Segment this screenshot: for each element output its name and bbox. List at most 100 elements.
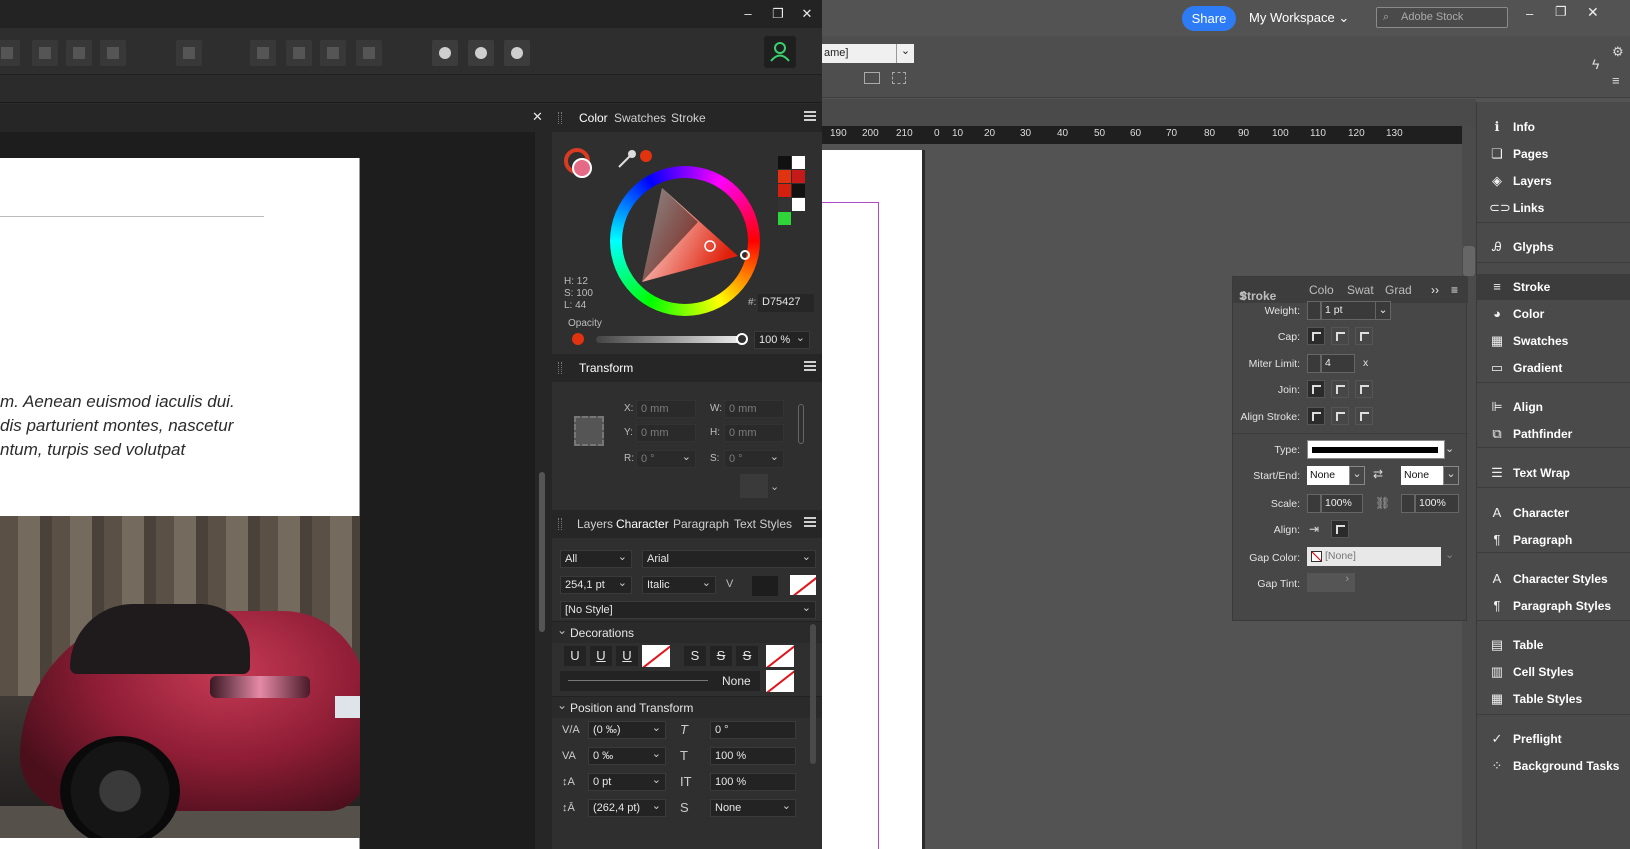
tab-text-styles[interactable]: Text Styles xyxy=(734,517,792,531)
font-scope-select[interactable]: All xyxy=(560,549,632,568)
strikethrough-button[interactable]: S xyxy=(684,646,706,666)
gap-tint-input[interactable]: › xyxy=(1307,573,1355,592)
swatch-red-alt[interactable] xyxy=(778,184,791,197)
tab-paragraph[interactable]: Paragraph xyxy=(673,517,729,531)
hamburger-icon[interactable]: ≡ xyxy=(1612,73,1620,88)
hue-handle[interactable] xyxy=(740,250,750,260)
dock-item-stroke[interactable]: ≡ Stroke xyxy=(1477,274,1630,300)
y-input[interactable]: 0 mm xyxy=(636,424,696,442)
chevron-down-icon[interactable]: ⌄ xyxy=(1349,466,1365,485)
underline-button[interactable]: U xyxy=(564,646,586,666)
panel-menu-icon[interactable] xyxy=(804,111,816,121)
dock-item-pages[interactable]: ❏ Pages xyxy=(1477,141,1630,167)
document-canvas[interactable]: m. Aenean euismod iaculis dui. dis partu… xyxy=(0,132,535,849)
end-select[interactable]: None xyxy=(1401,466,1443,485)
tracking-input[interactable]: (0 ‰) xyxy=(588,720,666,739)
workspace-switcher[interactable]: My Workspace ⌄ xyxy=(1249,10,1349,26)
tab-gradient[interactable]: Grad xyxy=(1385,283,1412,297)
user-account-button[interactable] xyxy=(764,36,796,68)
frame-select-icon[interactable] xyxy=(892,72,906,84)
butt-cap-button[interactable] xyxy=(1307,327,1325,345)
scrollbar-thumb[interactable] xyxy=(1463,246,1475,276)
opacity-slider-handle[interactable] xyxy=(736,333,748,345)
minimize-icon[interactable]: – xyxy=(738,4,758,24)
start-select[interactable]: None xyxy=(1307,466,1349,485)
dock-item-links[interactable]: ⊂⊃ Links xyxy=(1477,195,1630,221)
stroke-type-select[interactable] xyxy=(1307,440,1445,459)
toolbar-boolean-intersect-button[interactable] xyxy=(504,40,530,66)
anchor-selector[interactable] xyxy=(574,416,604,446)
chevron-down-icon[interactable]: ⌄ xyxy=(1375,301,1391,320)
custom-underline-button[interactable]: U xyxy=(616,646,638,666)
custom-strikethrough-button[interactable]: S xyxy=(736,646,758,666)
swatch-red-dark[interactable] xyxy=(792,170,805,183)
tab-stroke[interactable]: Stroke xyxy=(671,111,706,125)
horizontal-scale-input[interactable]: 100 % xyxy=(710,747,796,765)
character-style-select[interactable]: [No Style] xyxy=(560,600,816,619)
tab-color[interactable]: Colo xyxy=(1309,283,1334,297)
miter-stepper[interactable] xyxy=(1307,354,1321,373)
close-document-icon[interactable]: ✕ xyxy=(532,109,543,125)
tab-layers[interactable]: Layers xyxy=(577,517,613,531)
dock-item-character-styles[interactable]: A Character Styles xyxy=(1477,566,1630,592)
swatch-green[interactable] xyxy=(778,212,791,225)
dock-item-table[interactable]: ▤ Table xyxy=(1477,632,1630,658)
align-inside-button[interactable] xyxy=(1331,407,1349,425)
panel-scrollbar-thumb[interactable] xyxy=(810,624,816,764)
dock-item-paragraph[interactable]: ¶ Paragraph xyxy=(1477,527,1630,553)
adobe-stock-search[interactable]: ⌕ Adobe Stock xyxy=(1376,7,1508,28)
dock-item-align[interactable]: ⊫ Align xyxy=(1477,394,1630,420)
scale-end-input[interactable]: 100% xyxy=(1415,494,1459,513)
swatch-black-alt[interactable] xyxy=(792,184,805,197)
dock-item-table-styles[interactable]: ▦ Table Styles xyxy=(1477,686,1630,712)
scale-start-stepper[interactable] xyxy=(1307,494,1321,513)
panel-menu-icon[interactable] xyxy=(804,517,816,527)
chevron-down-icon[interactable]: ⌄ xyxy=(1443,466,1459,485)
subscript-select[interactable]: None xyxy=(710,798,796,817)
align-outside-button[interactable] xyxy=(1355,407,1373,425)
opacity-slider[interactable] xyxy=(596,336,742,343)
h-input[interactable]: 0 mm xyxy=(724,424,784,442)
panel-menu-icon[interactable] xyxy=(804,361,816,371)
scale-end-stepper[interactable] xyxy=(1401,494,1415,513)
position-transform-section-header[interactable]: Position and Transform xyxy=(552,696,822,718)
rotation-input[interactable]: 0 ° xyxy=(636,449,696,468)
swatch-black[interactable] xyxy=(778,156,791,169)
close-icon[interactable]: ✕ xyxy=(797,4,817,24)
dock-item-character[interactable]: A Character xyxy=(1477,500,1630,526)
scale-start-input[interactable]: 100% xyxy=(1321,494,1363,513)
dock-item-cell-styles[interactable]: ▥ Cell Styles xyxy=(1477,659,1630,685)
tab-swatches[interactable]: Swat xyxy=(1347,283,1374,297)
swatch-red[interactable] xyxy=(778,170,791,183)
dock-item-layers[interactable]: ◈ Layers xyxy=(1477,168,1630,194)
line-color-swatch[interactable] xyxy=(766,670,794,692)
hex-input[interactable]: D75427 xyxy=(758,294,814,312)
link-aspect-icon[interactable] xyxy=(798,404,804,444)
double-strikethrough-button[interactable]: S xyxy=(710,646,732,666)
toolbar-distribute-button[interactable] xyxy=(176,40,202,66)
minimize-icon[interactable]: – xyxy=(1526,6,1533,21)
toolbar-align-left-button[interactable] xyxy=(0,40,20,66)
car-photo[interactable] xyxy=(0,516,360,838)
color-triangle[interactable] xyxy=(638,182,748,292)
baseline-input[interactable]: 0 pt xyxy=(588,772,666,791)
dock-item-paragraph-styles[interactable]: ¶ Paragraph Styles xyxy=(1477,593,1630,619)
arrow-extend-icon[interactable]: ⇥ xyxy=(1309,522,1319,536)
gear-icon[interactable]: ⚙ xyxy=(1612,44,1624,60)
strike-color-swatch[interactable] xyxy=(766,645,794,667)
transform-origin-button[interactable] xyxy=(740,474,768,498)
decorations-section-header[interactable]: Decorations xyxy=(552,621,822,643)
dock-item-pathfinder[interactable]: ⧉ Pathfinder xyxy=(1477,421,1630,447)
chevron-down-icon[interactable]: ⌄ xyxy=(770,480,779,493)
toolbar-boolean-add-button[interactable] xyxy=(432,40,458,66)
gap-color-select[interactable]: [None] xyxy=(1307,547,1441,566)
tab-transform[interactable]: Transform xyxy=(579,361,633,375)
share-button[interactable]: Share xyxy=(1182,6,1236,31)
miter-input[interactable]: 4 xyxy=(1321,354,1355,373)
dock-item-glyphs[interactable]: Ꭿ Glyphs xyxy=(1477,234,1630,260)
dock-item-text-wrap[interactable]: ☰ Text Wrap xyxy=(1477,460,1630,486)
frame-name-field[interactable]: ame] xyxy=(822,44,896,63)
dock-item-color[interactable]: ◕ Color xyxy=(1477,301,1630,327)
chevron-down-icon[interactable]: ⌄ xyxy=(896,44,914,63)
text-stroke-swatch[interactable] xyxy=(790,575,816,595)
